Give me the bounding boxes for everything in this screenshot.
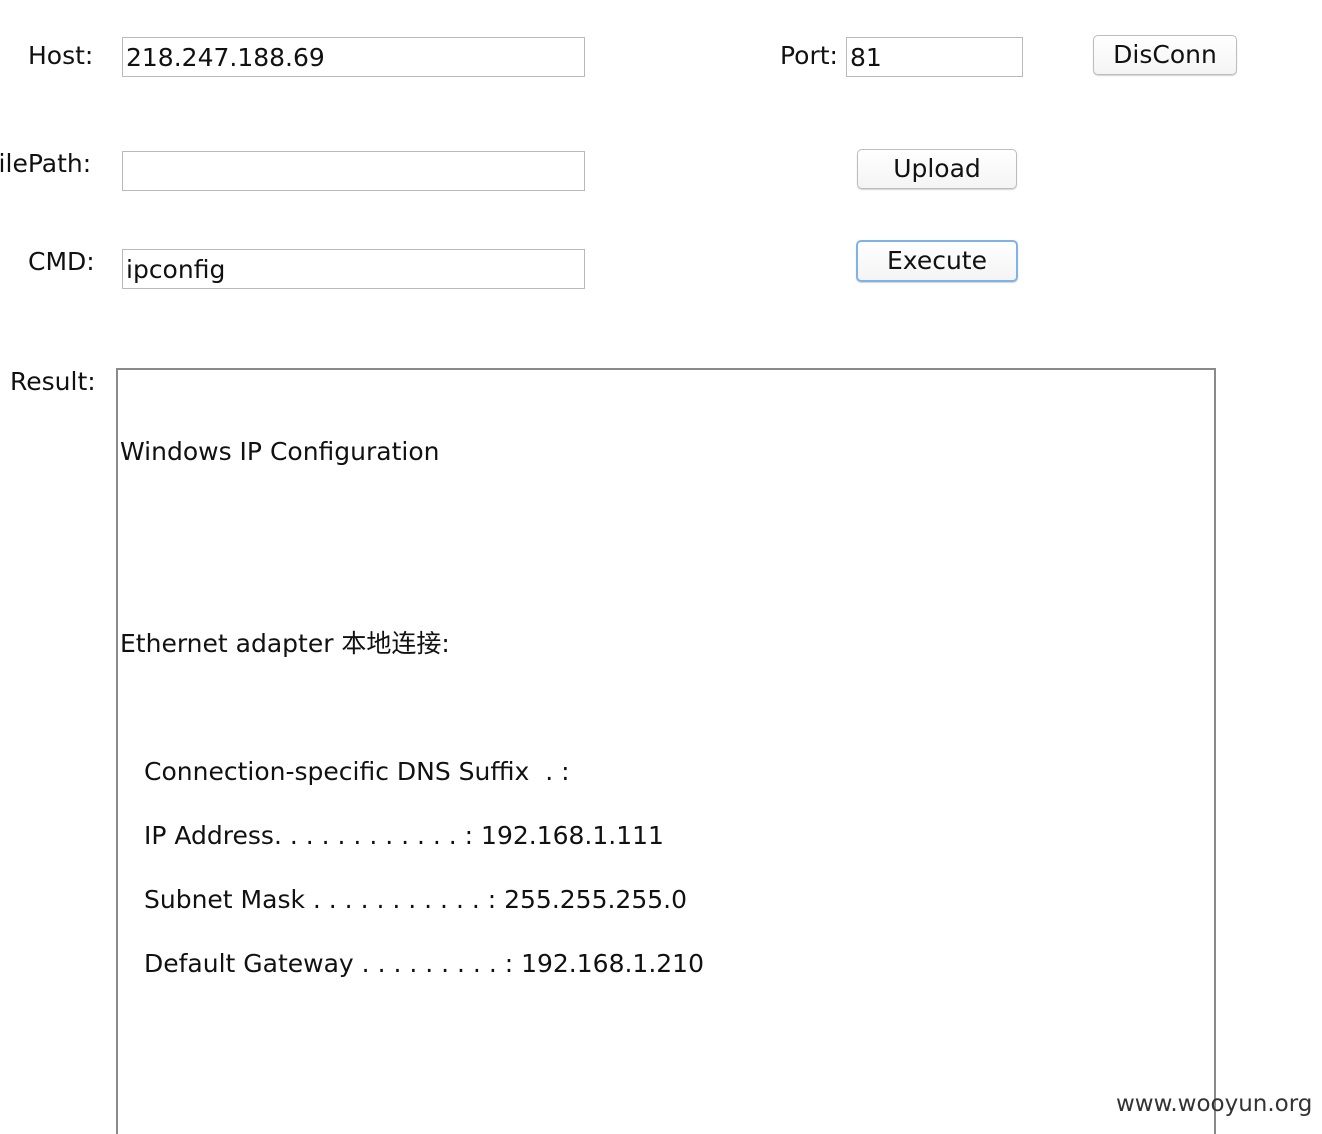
- cmd-input[interactable]: [122, 249, 585, 289]
- host-input[interactable]: [122, 37, 585, 77]
- port-input[interactable]: [846, 37, 1023, 77]
- filepath-label: FilePath:: [0, 149, 92, 178]
- result-line: Default Gateway . . . . . . . . . : 192.…: [144, 949, 704, 978]
- result-line: IP Address. . . . . . . . . . . . : 192.…: [144, 821, 664, 850]
- result-line: Connection-specific DNS Suffix . :: [144, 757, 570, 786]
- port-label: Port:: [780, 41, 838, 70]
- upload-button[interactable]: Upload: [857, 149, 1017, 189]
- result-textarea[interactable]: Windows IP Configuration Ethernet adapte…: [116, 368, 1216, 1134]
- result-line: Subnet Mask . . . . . . . . . . . : 255.…: [144, 885, 687, 914]
- cmd-label: CMD:: [28, 247, 95, 276]
- watermark-text: www.wooyun.org: [1116, 1091, 1313, 1117]
- disconnect-button[interactable]: DisConn: [1093, 35, 1237, 75]
- remote-shell-window: Host: Port: DisConn FilePath: Upload CMD…: [0, 0, 1322, 1134]
- result-line: Windows IP Configuration: [120, 437, 440, 466]
- result-line: Ethernet adapter 本地连接:: [120, 629, 450, 658]
- host-label: Host:: [28, 41, 94, 70]
- result-label: Result:: [10, 367, 96, 396]
- execute-button[interactable]: Execute: [856, 240, 1018, 282]
- filepath-input[interactable]: [122, 151, 585, 191]
